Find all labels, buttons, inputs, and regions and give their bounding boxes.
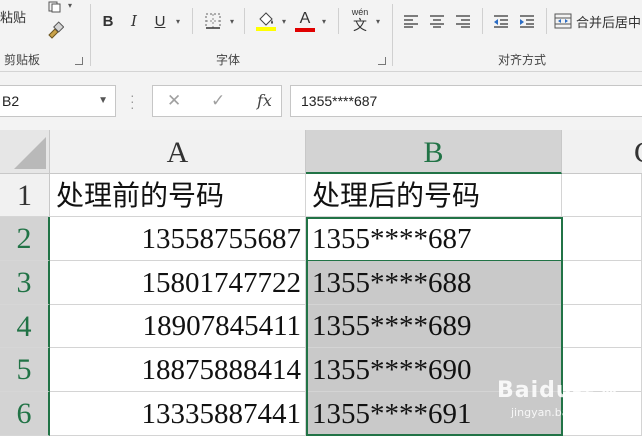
bold-glyph: B — [102, 12, 114, 30]
cell-a2[interactable]: 13558755687 — [50, 217, 306, 261]
format-painter-button[interactable] — [44, 20, 66, 40]
decrease-indent-icon — [494, 15, 508, 28]
borders-dropdown-icon[interactable]: ▾ — [230, 17, 234, 26]
format-painter-icon — [48, 21, 64, 39]
phonetic-pinyin: wén — [351, 7, 369, 17]
alignment-group-label: 对齐方式 — [498, 53, 547, 67]
align-center-icon — [430, 15, 444, 28]
name-box[interactable]: B2 ▼ — [0, 85, 116, 117]
cell-a1[interactable]: 处理前的号码 — [50, 174, 306, 217]
copy-button[interactable] — [44, 0, 66, 14]
name-box-dropdown-icon[interactable]: ▼ — [98, 86, 108, 116]
group-divider — [244, 8, 245, 34]
font-color-swatch — [295, 28, 315, 32]
bold-button[interactable]: B — [98, 10, 118, 32]
underline-glyph: U — [154, 12, 166, 30]
row-header-4[interactable]: 4 — [0, 305, 50, 348]
merge-icon — [554, 13, 572, 29]
increase-indent-icon — [520, 15, 534, 28]
select-all-button[interactable] — [0, 130, 50, 174]
cell-b4[interactable]: 1355****689 — [306, 305, 562, 348]
underline-dropdown-icon[interactable]: ▾ — [176, 17, 180, 26]
group-divider — [482, 8, 483, 34]
align-right-button[interactable] — [452, 10, 474, 32]
row-header-1[interactable]: 1 — [0, 174, 50, 217]
phonetic-char: 文 — [353, 17, 367, 33]
worksheet-grid: A B C 1 2 3 4 5 6 处理前的号码 处理后的号码 13558755… — [0, 130, 642, 436]
fill-color-swatch — [256, 27, 276, 31]
italic-glyph: I — [131, 12, 137, 30]
align-center-button[interactable] — [426, 10, 448, 32]
align-left-button[interactable] — [400, 10, 422, 32]
cell-a5[interactable]: 18875888414 — [50, 348, 306, 392]
select-all-triangle-icon — [14, 137, 46, 169]
font-group-label: 字体 — [216, 53, 241, 67]
name-box-value: B2 — [2, 93, 20, 109]
confirm-entry-icon[interactable]: ✓ — [211, 91, 225, 111]
column-header-c[interactable]: C — [562, 130, 642, 174]
fill-color-dropdown-icon[interactable]: ▾ — [282, 17, 286, 26]
underline-button[interactable]: U — [150, 10, 170, 32]
group-divider — [338, 8, 339, 34]
cell-c1[interactable] — [562, 174, 642, 217]
row-header-2[interactable]: 2 — [0, 217, 50, 261]
cell-a4[interactable]: 18907845411 — [50, 305, 306, 348]
cell-c5[interactable] — [562, 348, 642, 392]
group-divider — [90, 4, 91, 66]
formula-bar: B2 ▼ · · · ✕ ✓ fx 1355****687 — [0, 72, 642, 130]
font-launcher-icon[interactable] — [378, 57, 386, 65]
fill-color-button[interactable] — [254, 8, 278, 34]
phonetic-dropdown-icon[interactable]: ▾ — [376, 17, 380, 26]
ribbon: 粘贴 ▾ 剪贴板 B I U ▾ ▾ ▾ A ▾ wén 文 ▾ 字体 合并后居… — [0, 0, 642, 72]
cell-c2[interactable] — [562, 217, 642, 261]
cell-c3[interactable] — [562, 261, 642, 305]
font-color-letter: A — [299, 10, 311, 27]
font-color-dropdown-icon[interactable]: ▾ — [322, 17, 326, 26]
column-header-a[interactable]: A — [50, 130, 306, 174]
insert-function-button[interactable]: fx — [257, 91, 272, 110]
cell-b5[interactable]: 1355****690 — [306, 348, 562, 392]
copy-dropdown-icon[interactable]: ▾ — [68, 1, 72, 10]
cell-b3[interactable]: 1355****688 — [306, 261, 562, 305]
paste-label: 粘贴 — [0, 9, 27, 25]
phonetic-button[interactable]: wén 文 — [348, 6, 372, 34]
cell-a6[interactable]: 13335887441 — [50, 392, 306, 436]
border-icon — [205, 13, 221, 29]
group-divider — [192, 8, 193, 34]
cell-b2[interactable]: 1355****687 — [306, 217, 562, 261]
font-color-button[interactable]: A — [294, 8, 316, 34]
decrease-indent-button[interactable] — [490, 10, 512, 32]
row-header-6[interactable]: 6 — [0, 392, 50, 436]
formula-bar-grip-icon[interactable]: · · · — [130, 88, 135, 114]
group-divider — [546, 8, 547, 34]
cell-b6[interactable]: 1355****691 — [306, 392, 562, 436]
row-header-5[interactable]: 5 — [0, 348, 50, 392]
cell-c4[interactable] — [562, 305, 642, 348]
increase-indent-button[interactable] — [516, 10, 538, 32]
row-header-3[interactable]: 3 — [0, 261, 50, 305]
formula-input[interactable]: 1355****687 — [290, 85, 642, 117]
column-header-b[interactable]: B — [306, 130, 562, 174]
merge-center-label: 合并后居中 — [576, 14, 642, 30]
cancel-entry-icon[interactable]: ✕ — [167, 91, 181, 111]
italic-button[interactable]: I — [124, 10, 144, 32]
paste-button[interactable]: 粘贴 — [0, 4, 34, 28]
paint-bucket-icon — [259, 12, 273, 26]
clipboard-launcher-icon[interactable] — [75, 57, 83, 65]
align-right-icon — [456, 15, 470, 28]
formula-bar-buttons: ✕ ✓ fx — [152, 85, 282, 117]
align-left-icon — [404, 15, 418, 28]
borders-button[interactable] — [202, 10, 224, 32]
clipboard-group-label: 剪贴板 — [4, 53, 41, 67]
cell-b1[interactable]: 处理后的号码 — [306, 174, 562, 217]
cell-c6[interactable] — [562, 392, 642, 436]
copy-icon — [48, 1, 61, 13]
cell-a3[interactable]: 15801747722 — [50, 261, 306, 305]
group-divider — [392, 4, 393, 66]
merge-center-button[interactable]: 合并后居中 — [554, 10, 642, 32]
